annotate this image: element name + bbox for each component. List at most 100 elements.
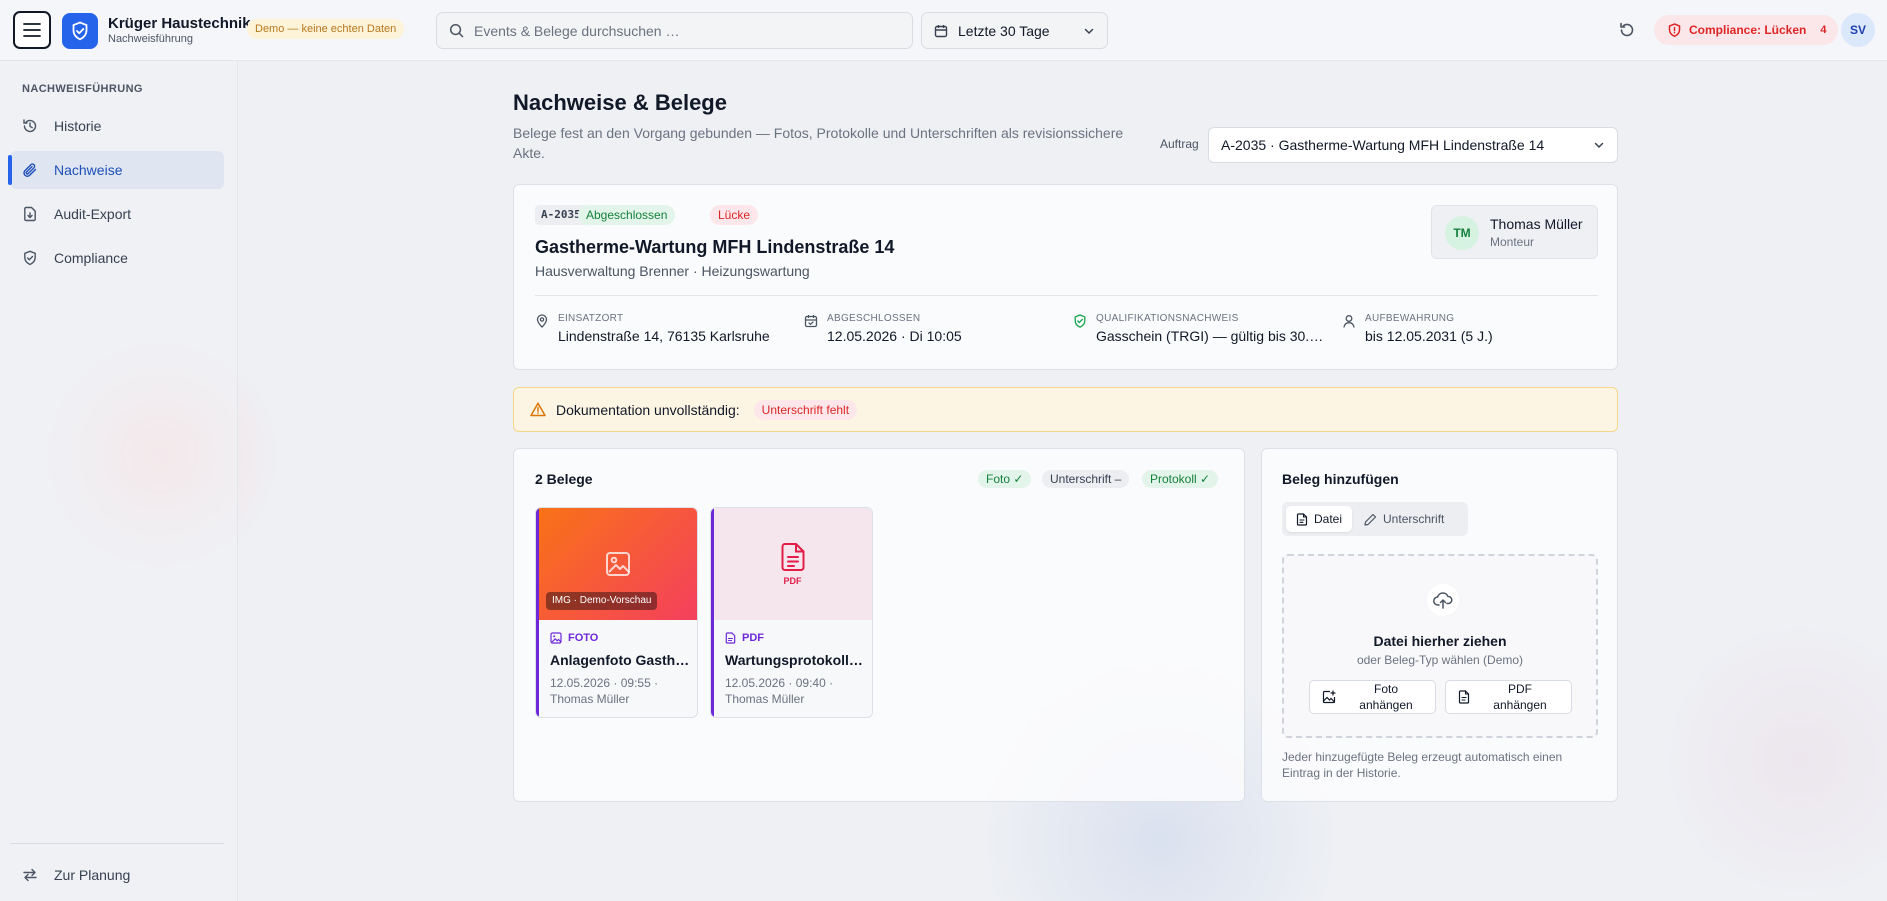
order-card: A-2035 Abgeschlossen Lücke Gastherme-War… <box>513 184 1618 370</box>
button-label: PDF anhängen <box>1493 682 1547 712</box>
image-icon <box>550 632 562 644</box>
beleg-tile[interactable]: PDF PDF Wartungsprotokoll Gastherme 12.0… <box>710 507 873 718</box>
meta-value: 12.05.2026 · Di 10:05 <box>827 328 962 344</box>
add-beleg-title: Beleg hinzufügen <box>1282 471 1399 487</box>
meta-value: bis 12.05.2031 (5 J.) <box>1365 328 1493 344</box>
chip-protokoll: Protokoll ✓ <box>1142 470 1219 488</box>
demo-badge: Demo — keine echten Daten <box>247 19 405 39</box>
file-export-icon <box>24 206 36 222</box>
meta-value: Gasschein (TRGI) — gültig bis 30.09.2027 <box>1096 328 1328 344</box>
beleg-kind-label: FOTO <box>568 632 599 644</box>
sidebar-item-historie[interactable]: Historie <box>10 107 224 145</box>
beleg-name: Wartungsprotokoll Gastherme <box>725 652 865 668</box>
status-badge: Abgeschlossen <box>578 205 676 225</box>
arrows-left-right-icon <box>23 868 37 882</box>
shield-check-icon <box>1074 314 1086 328</box>
calendar-check-icon <box>804 315 818 328</box>
chevron-down-icon <box>1084 28 1094 34</box>
pdf-thumbnail: PDF <box>711 508 872 620</box>
user-icon <box>1343 315 1355 328</box>
file-text-icon <box>781 543 804 571</box>
assignee-card: TM Thomas Müller Monteur <box>1431 205 1598 259</box>
auftrag-select-value: A-2035 · Gastherme-Wartung MFH Lindenstr… <box>1221 137 1545 153</box>
compliance-count: 4 <box>1820 24 1827 36</box>
sidebar-item-compliance[interactable]: Compliance <box>10 239 224 277</box>
beleg-kind-label: PDF <box>742 632 764 644</box>
file-text-icon <box>725 632 736 644</box>
beleg-info: 12.05.2026 · 09:55 · Thomas Müller <box>550 675 690 707</box>
beleg-tile[interactable]: IMG · Demo-Vorschau FOTO Anlagenfoto Gas… <box>535 507 698 718</box>
add-beleg-note: Jeder hinzugefügte Beleg erzeugt automat… <box>1282 750 1563 780</box>
beleg-type-toggle: Datei Unterschrift <box>1282 502 1468 536</box>
assignee-role: Monteur <box>1490 235 1535 249</box>
file-text-icon <box>1458 690 1470 704</box>
upload-cloud-icon <box>1433 592 1453 609</box>
documentation-warning: Dokumentation unvollständig: Unterschrif… <box>513 387 1618 432</box>
beleg-name: Anlagenfoto Gastherme <box>550 652 690 668</box>
menu-button[interactable] <box>13 11 51 49</box>
beleg-author: Thomas Müller <box>725 692 805 706</box>
image-icon <box>605 552 630 576</box>
attach-photo-button[interactable]: Foto anhängen <box>1309 680 1436 714</box>
alert-triangle-icon <box>530 402 546 417</box>
avatar: TM <box>1445 216 1479 250</box>
search-icon <box>449 23 464 38</box>
sidebar-item-nachweise[interactable]: Nachweise <box>8 151 224 189</box>
shield-check-icon <box>72 21 88 41</box>
shield-alert-icon <box>1668 23 1681 37</box>
dropzone-title: Datei hierher ziehen <box>1373 633 1507 649</box>
beleg-date: 12.05.2026 · 09:55 · <box>550 676 659 690</box>
hamburger-icon <box>23 23 41 37</box>
belege-card: 2 Belege Foto ✓ Unterschrift – Protokoll… <box>513 448 1245 802</box>
meta-key: QUALIFIKATIONSNACHWEIS <box>1096 313 1239 324</box>
search-input[interactable] <box>474 22 894 39</box>
sidebar-item-audit-export[interactable]: Audit-Export <box>10 195 224 233</box>
beleg-info: 12.05.2026 · 09:40 · Thomas Müller <box>725 675 865 707</box>
upload-icon-wrap <box>1427 584 1459 616</box>
meta-key: ABGESCHLOSSEN <box>827 313 921 324</box>
paperclip-icon <box>23 163 37 177</box>
brand-name: Krüger Haustechnik <box>108 15 251 32</box>
auftrag-select[interactable]: A-2035 · Gastherme-Wartung MFH Lindenstr… <box>1208 127 1618 163</box>
attach-pdf-button[interactable]: PDF anhängen <box>1445 680 1572 714</box>
order-title: Gastherme-Wartung MFH Lindenstraße 14 <box>535 237 895 257</box>
file-dropzone[interactable]: Datei hierher ziehen oder Beleg-Typ wähl… <box>1282 554 1598 738</box>
meta-key: AUFBEWAHRUNG <box>1365 313 1455 324</box>
tab-datei[interactable]: Datei <box>1286 506 1353 532</box>
date-range-select[interactable]: Letzte 30 Tage <box>921 12 1108 49</box>
beleg-date: 12.05.2026 · 09:40 · <box>725 676 834 690</box>
meta-value: Lindenstraße 14, 76135 Karlsruhe <box>558 328 770 344</box>
add-beleg-card: Beleg hinzufügen Datei Unterschrift Date… <box>1261 448 1618 802</box>
chevron-down-icon <box>1594 142 1604 149</box>
search-box[interactable] <box>436 12 913 49</box>
tab-unterschrift[interactable]: Unterschrift <box>1354 506 1454 532</box>
sidebar-item-label: Compliance <box>54 250 128 266</box>
pen-icon <box>1364 513 1377 526</box>
page-description: Belege fest an den Vorgang gebunden — Fo… <box>513 125 1124 161</box>
auftrag-label: Auftrag <box>1160 137 1199 151</box>
assignee-name: Thomas Müller <box>1490 216 1583 232</box>
beleg-author: Thomas Müller <box>550 692 630 706</box>
thumbnail-badge: IMG · Demo-Vorschau <box>546 592 658 610</box>
pdf-thumb-label: PDF <box>783 576 802 586</box>
order-subtitle: Hausverwaltung Brenner · Heizungswartung <box>535 263 810 279</box>
warning-text: Dokumentation unvollständig: <box>556 401 740 418</box>
user-avatar[interactable]: SV <box>1841 13 1875 47</box>
photo-thumbnail: IMG · Demo-Vorschau <box>536 508 697 620</box>
date-range-label: Letzte 30 Tage <box>958 22 1050 39</box>
sidebar-item-zur-planung[interactable]: Zur Planung <box>10 856 224 894</box>
button-label: Foto anhängen <box>1359 682 1413 712</box>
calendar-icon <box>934 24 948 37</box>
image-plus-icon <box>1322 690 1336 704</box>
sidebar-item-label: Nachweise <box>54 162 123 178</box>
history-icon <box>23 119 37 133</box>
dropzone-subtitle: oder Beleg-Typ wählen (Demo) <box>1356 653 1524 667</box>
missing-signature-badge: Unterschrift fehlt <box>753 399 858 420</box>
divider <box>535 295 1598 296</box>
meta-key: EINSATZORT <box>558 313 624 324</box>
beleg-kind: PDF <box>725 632 764 644</box>
sidebar-item-label: Zur Planung <box>54 867 131 883</box>
chip-foto: Foto ✓ <box>978 470 1032 488</box>
compliance-status-button[interactable]: Compliance: Lücken 4 <box>1654 15 1839 45</box>
reset-button[interactable] <box>1615 18 1639 42</box>
